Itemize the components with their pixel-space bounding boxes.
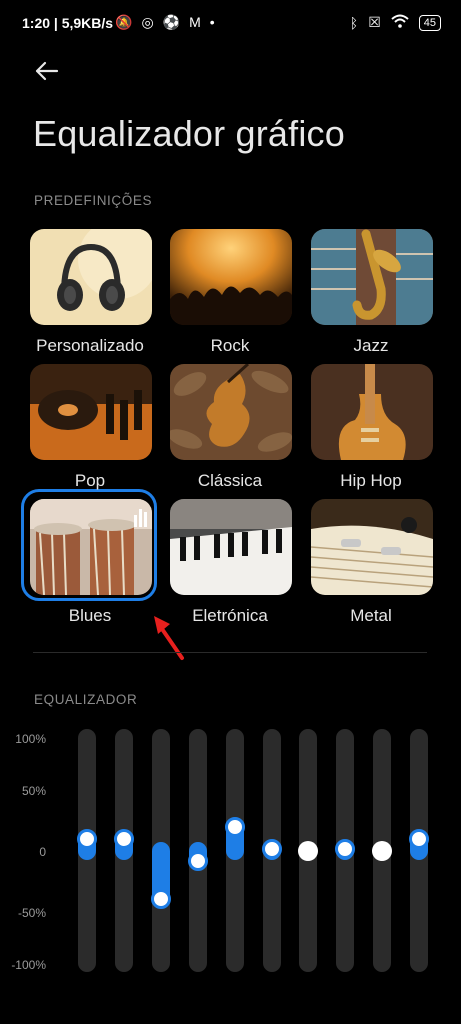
preset-selected-indicator	[21, 489, 157, 601]
eq-band-3-slider[interactable]	[151, 729, 171, 972]
divider	[33, 652, 427, 653]
preset-classica-thumbnail[interactable]	[170, 364, 292, 460]
eq-band-2-slider[interactable]	[114, 729, 134, 972]
eq-band-5-slider[interactable]	[225, 729, 245, 972]
status-system-icons: ᛒ ☒ 45	[350, 14, 441, 31]
eq-band-9-slider[interactable]	[372, 729, 392, 972]
eq-band-3-knob[interactable]	[151, 889, 171, 909]
gmail-icon: M	[189, 14, 201, 30]
eq-band-4-knob[interactable]	[188, 850, 208, 871]
equalizer-section-label: EQUALIZADOR	[34, 692, 138, 707]
eq-band-5-knob[interactable]	[225, 817, 245, 837]
preset-label-classica: Clássica	[197, 471, 263, 490]
eq-band-1-slider[interactable]	[77, 729, 97, 972]
eq-label-50: 50%	[21, 784, 46, 798]
preset-label-hiphop: Hip Hop	[340, 471, 402, 490]
eq-band-2-knob[interactable]	[114, 829, 134, 849]
preset-hiphop-thumbnail[interactable]	[311, 364, 433, 460]
preset-label-pop: Pop	[74, 471, 106, 490]
eq-band-10-slider[interactable]	[409, 729, 429, 972]
preset-personalizado-thumbnail[interactable]	[30, 229, 152, 325]
preset-rock-thumbnail[interactable]	[170, 229, 292, 325]
status-bar: 1:20 | 5,9KB/s 🔕 ◎ ⚽ M • ᛒ ☒ 45	[0, 0, 461, 46]
eq-band-9-knob[interactable]	[372, 841, 392, 861]
back-button[interactable]	[33, 57, 61, 85]
status-notification-icons: 🔕 ◎ ⚽ M •	[115, 14, 215, 31]
eq-band-7-slider[interactable]	[298, 729, 318, 972]
eq-band-6-knob[interactable]	[262, 838, 282, 859]
preset-label-metal: Metal	[350, 606, 392, 625]
eq-label-minus-100: -100%	[11, 958, 46, 972]
preset-label-rock: Rock	[210, 336, 250, 355]
wifi-icon	[391, 14, 409, 31]
dot-icon: •	[209, 14, 215, 30]
preset-label-personalizado: Personalizado	[36, 336, 144, 355]
battery-icon: 45	[418, 14, 441, 31]
preset-jazz-thumbnail[interactable]	[311, 229, 433, 325]
mute-icon: 🔕	[115, 14, 133, 30]
preset-pop-thumbnail[interactable]	[30, 364, 152, 460]
preset-label-blues: Blues	[68, 606, 112, 625]
preset-metal-thumbnail[interactable]	[311, 499, 433, 595]
eq-label-0: 0	[39, 845, 46, 859]
eq-band-10-knob[interactable]	[409, 829, 429, 849]
football-icon: ⚽	[162, 14, 181, 30]
page-title: Equalizador gráfico	[33, 113, 345, 154]
status-time: 1:20 | 5,9KB/s	[22, 15, 114, 31]
instagram-icon: ◎	[141, 14, 154, 30]
eq-band-1-knob[interactable]	[77, 829, 97, 849]
eq-band-7-knob[interactable]	[298, 841, 318, 861]
preset-eletronica-thumbnail[interactable]	[170, 499, 292, 595]
back-arrow-icon	[35, 61, 59, 81]
bluetooth-icon: ᛒ	[349, 14, 359, 31]
eq-label-minus-50: -50%	[17, 906, 46, 920]
presets-section-label: PREDEFINIÇÕES	[34, 193, 153, 208]
red-arrow-icon	[154, 616, 184, 660]
eq-band-8-slider[interactable]	[335, 729, 355, 972]
eq-band-4-slider[interactable]	[188, 729, 208, 972]
eq-band-6-slider[interactable]	[262, 729, 282, 972]
no-sim-icon: ☒	[368, 14, 381, 30]
eq-band-8-knob[interactable]	[335, 838, 355, 859]
eq-label-100: 100%	[15, 732, 46, 746]
preset-label-jazz: Jazz	[353, 336, 389, 355]
